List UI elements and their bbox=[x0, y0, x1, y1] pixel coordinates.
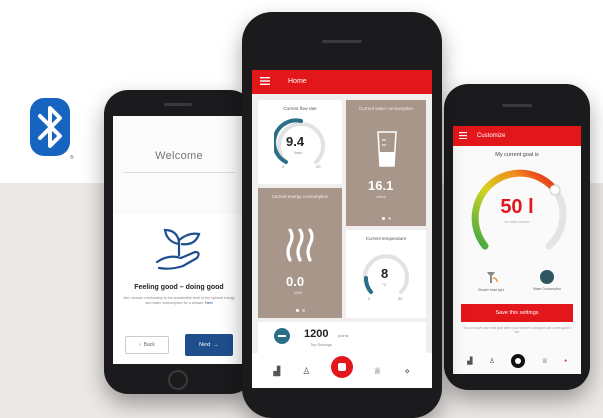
home-header: Home bbox=[252, 70, 432, 94]
temperature-unit: °C bbox=[382, 282, 387, 287]
glass-icon bbox=[377, 131, 397, 167]
bottom-nav: ▟ ♙ ♕ • bbox=[453, 348, 581, 374]
next-button[interactable]: Next → bbox=[185, 334, 233, 356]
chart-icon[interactable]: ▟ bbox=[272, 366, 282, 376]
home-screen: Home Current flow rate 9.4 l/min 0 20 Cu… bbox=[252, 70, 432, 388]
body-text: Aim: shower comfortably to the sustainab… bbox=[123, 296, 235, 305]
flow-rate-label: Current flow rate bbox=[283, 106, 317, 111]
shower-option[interactable]: Shower head light bbox=[471, 270, 511, 292]
energy-label: Current energy consumption bbox=[271, 194, 329, 199]
water-value: 16.1 bbox=[368, 178, 394, 193]
flow-max: 20 bbox=[316, 164, 321, 169]
energy-consumption-tile[interactable]: Current energy consumption 0.0 kWh bbox=[258, 188, 342, 318]
points-unit: points bbox=[338, 333, 349, 338]
water-consumption-tile[interactable]: Current water consumption 16.1 Liters bbox=[346, 100, 426, 226]
water-option-label: Water Consumption bbox=[532, 287, 562, 291]
water-label: Current water consumption bbox=[358, 106, 414, 111]
user-icon[interactable]: ♙ bbox=[301, 366, 311, 376]
welcome-title: Welcome bbox=[155, 150, 203, 162]
steam-icon bbox=[286, 228, 314, 262]
goal-icons: Shower head light Water Consumption bbox=[471, 270, 567, 292]
water-option[interactable]: Water Consumption bbox=[527, 270, 567, 292]
chevron-left-icon: ‹ bbox=[139, 342, 141, 348]
water-unit: Liters bbox=[376, 194, 386, 199]
customize-title: Customize bbox=[477, 133, 506, 139]
speaker-grill bbox=[502, 104, 532, 107]
save-hint: You can save your new goal when your sho… bbox=[463, 326, 571, 335]
drop-icon[interactable]: ⋄ bbox=[402, 366, 412, 376]
page-dots bbox=[258, 309, 342, 312]
speaker-grill bbox=[164, 103, 192, 106]
temperature-max: 50 bbox=[398, 296, 403, 301]
temperature-value: 8 bbox=[381, 266, 389, 281]
flow-rate-unit: l/min bbox=[294, 150, 303, 155]
feeling-title: Feeling good – doing good bbox=[134, 284, 224, 291]
temperature-min: 0 bbox=[368, 296, 371, 301]
speaker-grill bbox=[322, 40, 362, 43]
phone-customize: Customize My current goal is 50 l for ea… bbox=[444, 84, 590, 390]
back-label: Back bbox=[143, 342, 155, 348]
feeling-text: Aim: shower comfortably to the sustainab… bbox=[121, 296, 237, 306]
phone-welcome: Welcome Feeling good – doing good Aim: s… bbox=[104, 90, 254, 394]
points-gauge-icon bbox=[274, 328, 290, 344]
shower-icon bbox=[487, 272, 498, 283]
bottom-nav: ▟ ♙ ♕ ⋄ bbox=[252, 353, 432, 388]
temperature-tile[interactable]: Current temperature 8 °C 0 50 bbox=[346, 230, 426, 318]
body-link[interactable]: Next bbox=[205, 301, 212, 305]
phone-home: Home Current flow rate 9.4 l/min 0 20 Cu… bbox=[242, 12, 442, 418]
points-value: 1200 bbox=[304, 328, 329, 340]
user-icon[interactable]: ♙ bbox=[489, 357, 495, 365]
svg-text:®: ® bbox=[70, 154, 74, 160]
save-settings-button[interactable]: Save this settings bbox=[461, 304, 573, 322]
flow-rate-value: 9.4 bbox=[286, 134, 305, 149]
home-title: Home bbox=[288, 78, 307, 85]
welcome-screen: Welcome Feeling good – doing good Aim: s… bbox=[113, 116, 245, 364]
page-dots bbox=[346, 217, 426, 220]
plant-hand-icon bbox=[155, 228, 201, 270]
home-button[interactable] bbox=[168, 370, 188, 390]
shower-option-label: Shower head light bbox=[478, 288, 504, 292]
divider bbox=[123, 172, 235, 173]
goal-value: 50 l bbox=[500, 196, 534, 218]
home-fab-icon[interactable] bbox=[511, 354, 526, 368]
customize-screen: Customize My current goal is 50 l for ea… bbox=[453, 126, 581, 374]
menu-icon[interactable] bbox=[260, 77, 270, 85]
menu-icon[interactable] bbox=[459, 132, 467, 139]
energy-value: 0.0 bbox=[286, 274, 305, 289]
gauge-handle bbox=[549, 184, 561, 196]
customize-header: Customize bbox=[453, 126, 581, 146]
flow-rate-tile[interactable]: Current flow rate 9.4 l/min 0 20 bbox=[258, 100, 342, 184]
points-sub: Top Savings bbox=[310, 342, 332, 347]
bluetooth-icon: ® bbox=[30, 98, 74, 160]
drop-icon[interactable]: • bbox=[564, 358, 566, 365]
trophy-icon[interactable]: ♕ bbox=[373, 366, 383, 376]
temperature-label: Current temperature bbox=[365, 236, 407, 241]
arrow-right-icon: → bbox=[213, 342, 219, 348]
goal-label: My current goal is bbox=[495, 152, 539, 158]
energy-unit: kWh bbox=[294, 290, 302, 295]
home-fab-icon[interactable] bbox=[330, 355, 353, 378]
welcome-card: Feeling good – doing good Aim: shower co… bbox=[113, 214, 245, 364]
flow-min: 0 bbox=[282, 164, 285, 169]
points-tile[interactable]: 1200 points Top Savings bbox=[258, 322, 426, 356]
goal-sub: for each shower bbox=[504, 220, 530, 224]
next-label: Next bbox=[199, 342, 211, 348]
trophy-icon[interactable]: ♕ bbox=[542, 357, 548, 365]
chart-icon[interactable]: ▟ bbox=[467, 357, 472, 365]
back-button[interactable]: ‹ Back bbox=[125, 336, 169, 354]
water-drop-icon bbox=[540, 270, 554, 284]
